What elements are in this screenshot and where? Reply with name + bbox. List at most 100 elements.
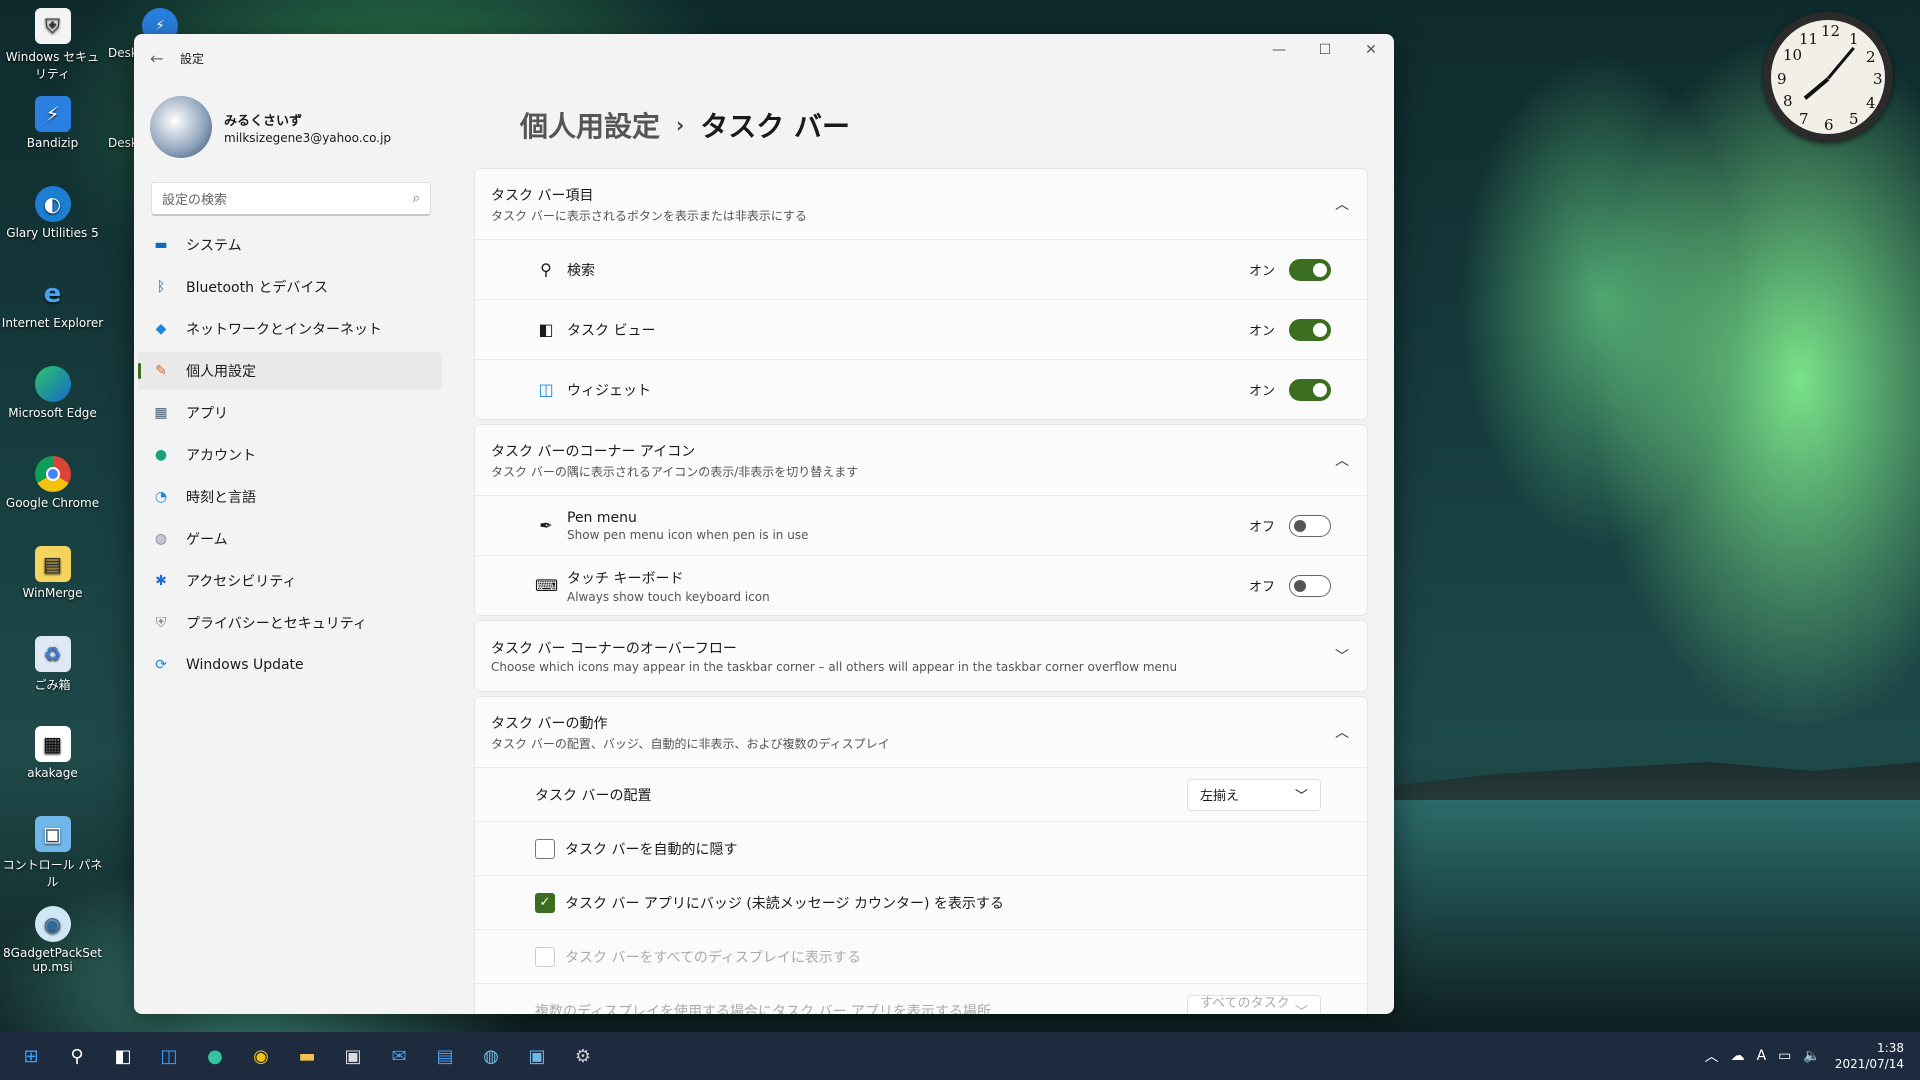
section-subtitle: Choose which icons may appear in the tas… <box>491 660 1178 674</box>
akakage-icon: ▦ <box>34 726 71 762</box>
section-subtitle: タスク バーの配置、バッジ、自動的に非表示、および複数のディスプレイ <box>491 736 890 751</box>
chevron-up-icon[interactable]: ︿ <box>1705 1046 1719 1066</box>
mail-icon[interactable]: ✉ <box>376 1036 422 1076</box>
widgets-icon: ◫ <box>538 380 554 399</box>
breadcrumb-parent[interactable]: 個人用設定 <box>520 105 660 145</box>
onedrive-cloud-icon[interactable]: ☁ <box>1731 1048 1745 1064</box>
desktop-icon-winmerge[interactable]: ▤ WinMerge <box>0 546 105 600</box>
clock-number: 1 <box>1849 30 1859 48</box>
sidebar-item-time-language[interactable]: ◔ 時刻と言語 <box>138 478 442 516</box>
clock-number: 8 <box>1783 92 1793 110</box>
clock-gadget[interactable]: 12 1 2 3 4 5 6 7 8 9 10 11 <box>1763 12 1893 142</box>
nav-label: ネットワークとインターネット <box>186 322 382 338</box>
task-view-icon[interactable]: ◧ <box>100 1036 146 1076</box>
bandizip-icon: ⚡ <box>155 18 165 34</box>
section-header-taskbar-items[interactable]: タスク バー項目 タスク バーに表示されるボタンを表示または非表示にする ︿ <box>475 169 1367 239</box>
volume-icon[interactable]: 🔈 <box>1803 1048 1820 1064</box>
desktop-icon-akakage[interactable]: ▦ akakage <box>0 726 105 780</box>
sidebar-item-gaming[interactable]: ◍ ゲーム <box>138 520 442 558</box>
pen-menu-toggle[interactable] <box>1289 514 1331 537</box>
start-icon[interactable]: ⊞ <box>8 1036 54 1076</box>
clock-number: 7 <box>1799 110 1809 128</box>
section-title: タスク バー項目 <box>491 187 594 204</box>
edge-icon[interactable]: ● <box>192 1036 238 1076</box>
sidebar-item-accessibility[interactable]: ✱ アクセシビリティ <box>138 562 442 600</box>
setting-row-alignment: タスク バーの配置 左揃え ﹀ <box>475 767 1367 821</box>
sidebar-item-apps[interactable]: ▦ アプリ <box>138 394 442 432</box>
close-icon[interactable]: ✕ <box>1348 34 1394 66</box>
globe-icon[interactable]: ◍ <box>468 1036 514 1076</box>
chevron-down-icon: ﹀ <box>1335 649 1349 665</box>
widgets-toggle[interactable] <box>1289 378 1331 401</box>
sidebar-item-bluetooth[interactable]: ᛒ Bluetooth とデバイス <box>138 268 442 306</box>
maximize-icon[interactable]: ☐ <box>1302 34 1348 66</box>
desktop-icon-bandizip[interactable]: ⚡ Bandizip <box>0 96 105 150</box>
explorer-icon[interactable]: ▬ <box>284 1036 330 1076</box>
section-subtitle: タスク バーに表示されるボタンを表示または非表示にする <box>491 208 807 223</box>
minimize-icon[interactable]: — <box>1256 34 1302 66</box>
sidebar-item-privacy[interactable]: ⛨ プライバシーとセキュリティ <box>138 604 442 642</box>
touch-keyboard-toggle[interactable] <box>1289 574 1331 597</box>
control-panel-icon[interactable]: ▣ <box>514 1036 560 1076</box>
desktop-icon-gadgetpack[interactable]: ◉ 8GadgetPackSetup.msi <box>0 906 105 974</box>
dropdown-value: すべてのタスク バー <box>1200 995 1290 1011</box>
setting-label: タスク ビュー <box>567 322 656 339</box>
chevron-up-icon: ︿ <box>1335 453 1349 469</box>
section-subtitle: タスク バーの隅に表示されるアイコンの表示/非表示を切り替えます <box>491 464 859 479</box>
setting-row-badges: ✓ タスク バー アプリにバッジ (未読メッセージ カウンター) を表示する <box>475 875 1367 929</box>
setting-row-widgets: ◫ ウィジェット オン <box>475 359 1367 419</box>
setting-label: ウィジェット <box>567 382 651 399</box>
nav-label: 時刻と言語 <box>186 490 256 506</box>
search-placeholder: 設定の検索 <box>162 193 228 208</box>
network-icon[interactable]: ▭ <box>1778 1048 1791 1064</box>
sidebar-item-windows-update[interactable]: ⟳ Windows Update <box>138 646 442 684</box>
section-title: タスク バーの動作 <box>491 715 608 732</box>
setting-row-all-displays: タスク バーをすべてのディスプレイに表示する <box>475 929 1367 983</box>
store-icon[interactable]: ▣ <box>330 1036 376 1076</box>
taskbar-clock[interactable]: 1:38 2021/07/14 <box>1835 1040 1904 1072</box>
desktop-icon-windows-security[interactable]: ⛨ Windows セキュリティ <box>0 8 105 82</box>
multi-display-dropdown[interactable]: すべてのタスク バー ﹀ <box>1187 994 1321 1014</box>
section-title: タスク バー コーナーのオーバーフロー <box>491 641 737 657</box>
back-arrow-icon[interactable]: ← <box>150 49 180 68</box>
sidebar-item-system[interactable]: ▬ システム <box>138 226 442 264</box>
bluetooth-icon: ᛒ <box>156 279 166 295</box>
taskbar-apps: ⊞ ⚲ ◧ ◫ ● ◉ ▬ ▣ ✉ ▤ ◍ ▣ ⚙ <box>8 1036 606 1076</box>
task-view-toggle[interactable] <box>1289 318 1331 341</box>
sidebar-item-network[interactable]: ◆ ネットワークとインターネット <box>138 310 442 348</box>
section-header-taskbar-behaviors[interactable]: タスク バーの動作 タスク バーの配置、バッジ、自動的に非表示、および複数のディ… <box>475 697 1367 767</box>
desktop-icon-ie[interactable]: e Internet Explorer <box>0 276 105 330</box>
badges-checkbox[interactable]: ✓ <box>535 892 555 913</box>
time-language-icon: ◔ <box>154 489 168 505</box>
all-displays-checkbox[interactable] <box>535 946 555 967</box>
ime-indicator[interactable]: A <box>1757 1048 1767 1064</box>
sidebar-item-personalization[interactable]: ✎ 個人用設定 <box>138 352 442 390</box>
chrome-icon[interactable]: ◉ <box>238 1036 284 1076</box>
desktop-icon-recycle-bin[interactable]: ♻ ごみ箱 <box>0 636 105 693</box>
alignment-dropdown[interactable]: 左揃え ﹀ <box>1187 778 1321 811</box>
brush-icon: ✎ <box>155 363 167 379</box>
search-icon[interactable]: ⚲ <box>54 1036 100 1076</box>
desktop-icon-chrome[interactable]: Google Chrome <box>0 456 105 510</box>
clock-number: 3 <box>1873 70 1883 88</box>
bandizip-icon: ⚡ <box>34 96 71 132</box>
section-header-corner-overflow[interactable]: タスク バー コーナーのオーバーフロー Choose which icons m… <box>475 621 1367 691</box>
widgets-icon[interactable]: ◫ <box>146 1036 192 1076</box>
installer-icon: ◉ <box>34 906 71 942</box>
settings-icon[interactable]: ⚙ <box>560 1036 606 1076</box>
desktop-icon-control-panel[interactable]: ▣ コントロール パネル <box>0 816 105 890</box>
nav-label: アクセシビリティ <box>186 574 297 590</box>
nav-list: ▬ システム ᛒ Bluetooth とデバイス ◆ ネットワークとインターネット ✎… <box>134 226 454 684</box>
desktop-icon-edge[interactable]: Microsoft Edge <box>0 366 105 420</box>
profile-email: milksizegene3@yahoo.co.jp <box>224 130 392 145</box>
autohide-checkbox[interactable] <box>535 838 555 859</box>
desktop-icon-glary[interactable]: ◐ Glary Utilities 5 <box>0 186 105 240</box>
setting-label: タスク バー アプリにバッジ (未読メッセージ カウンター) を表示する <box>565 895 1004 912</box>
notepad-icon[interactable]: ▤ <box>422 1036 468 1076</box>
settings-search-input[interactable]: 設定の検索 ⌕ <box>151 182 431 216</box>
profile-name: みるくさいず <box>224 113 303 129</box>
sidebar-item-accounts[interactable]: ● アカウント <box>138 436 442 474</box>
search-toggle[interactable] <box>1289 258 1331 281</box>
section-header-corner-icons[interactable]: タスク バーのコーナー アイコン タスク バーの隅に表示されるアイコンの表示/非… <box>475 425 1367 495</box>
user-profile[interactable]: みるくさいず milksizegene3@yahoo.co.jp <box>134 82 454 162</box>
